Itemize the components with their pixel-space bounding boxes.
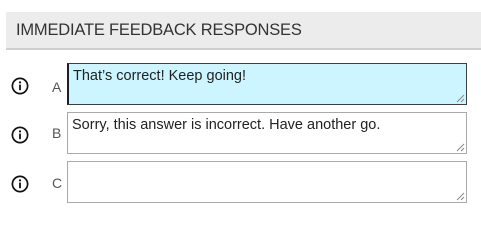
response-letter: C [52,175,63,191]
response-letter: A [52,79,62,95]
response-text: Sorry, this answer is incorrect. Have an… [72,117,381,133]
panel-header: IMMEDIATE FEEDBACK RESPONSES [6,12,481,50]
info-icon[interactable] [11,77,29,95]
response-row-b: B Sorry, this answer is incorrect. Have … [0,112,481,156]
response-row-c: C [0,161,481,205]
response-field-c[interactable] [67,161,467,203]
panel-title: IMMEDIATE FEEDBACK RESPONSES [16,21,302,39]
response-letter: B [52,125,62,141]
resize-grip-icon[interactable] [455,191,465,201]
response-text: That’s correct! Keep going! [73,68,247,84]
response-field-b[interactable]: Sorry, this answer is incorrect. Have an… [67,112,467,154]
resize-grip-icon[interactable] [455,93,465,103]
info-icon[interactable] [11,126,29,144]
resize-grip-icon[interactable] [455,142,465,152]
info-icon[interactable] [11,175,29,193]
response-field-a[interactable]: That’s correct! Keep going! [67,63,467,105]
response-row-a: A That’s correct! Keep going! [0,63,481,107]
